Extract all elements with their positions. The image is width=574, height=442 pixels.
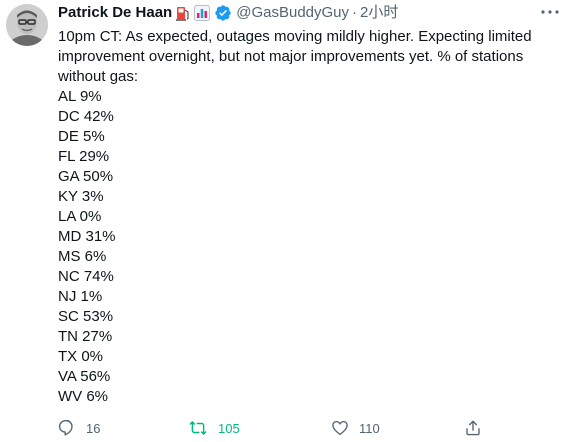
list-item: NJ 1% <box>58 288 103 305</box>
timestamp[interactable]: 2小时 <box>360 3 398 23</box>
verified-badge-icon <box>214 4 232 22</box>
list-item: MS 6% <box>58 248 107 265</box>
list-item: SC 53% <box>58 308 114 325</box>
reply-button[interactable]: 16 <box>58 416 100 440</box>
list-item: AL 9% <box>58 88 102 105</box>
user-handle[interactable]: @GasBuddyGuy <box>236 3 349 23</box>
retweet-button[interactable]: 105 <box>188 416 240 440</box>
fuel-pump-icon <box>176 5 190 21</box>
list-item: MD 31% <box>58 228 116 245</box>
list-item: DC 42% <box>58 108 114 125</box>
retweet-count: 105 <box>218 420 240 436</box>
list-item: LA 0% <box>58 208 102 225</box>
like-icon <box>331 419 349 437</box>
bar-chart-icon <box>194 5 211 21</box>
list-item: KY 3% <box>58 188 104 205</box>
list-item: DE 5% <box>58 128 105 145</box>
tweet-header: Patrick De Haan @GasBuddyGuy · 2小时 <box>58 2 398 24</box>
list-item: TX 0% <box>58 348 104 365</box>
like-count: 110 <box>359 420 380 436</box>
action-bar: 16 105 110 <box>58 416 558 440</box>
reply-icon <box>58 419 76 437</box>
tweet-text: 10pm CT: As expected, outages moving mil… <box>58 28 536 85</box>
list-item: GA 50% <box>58 168 114 185</box>
list-item: VA 56% <box>58 368 111 385</box>
like-button[interactable]: 110 <box>331 416 380 440</box>
list-item: FL 29% <box>58 148 110 165</box>
display-name[interactable]: Patrick De Haan <box>58 3 172 23</box>
share-button[interactable] <box>464 416 482 440</box>
separator-dot: · <box>352 4 358 21</box>
reply-count: 16 <box>86 420 101 436</box>
share-icon <box>464 419 482 437</box>
list-item: WV 6% <box>58 388 109 405</box>
tweet: Patrick De Haan @GasBuddyGuy · 2小时 10pm … <box>0 0 574 442</box>
more-icon[interactable] <box>538 2 562 22</box>
list-item: TN 27% <box>58 328 113 345</box>
list-item: NC 74% <box>58 268 114 285</box>
retweet-icon <box>188 419 208 437</box>
station-outage-list: AL 9% DC 42% DE 5% FL 29% GA 50% KY 3% L… <box>58 87 116 407</box>
avatar[interactable] <box>6 4 48 46</box>
